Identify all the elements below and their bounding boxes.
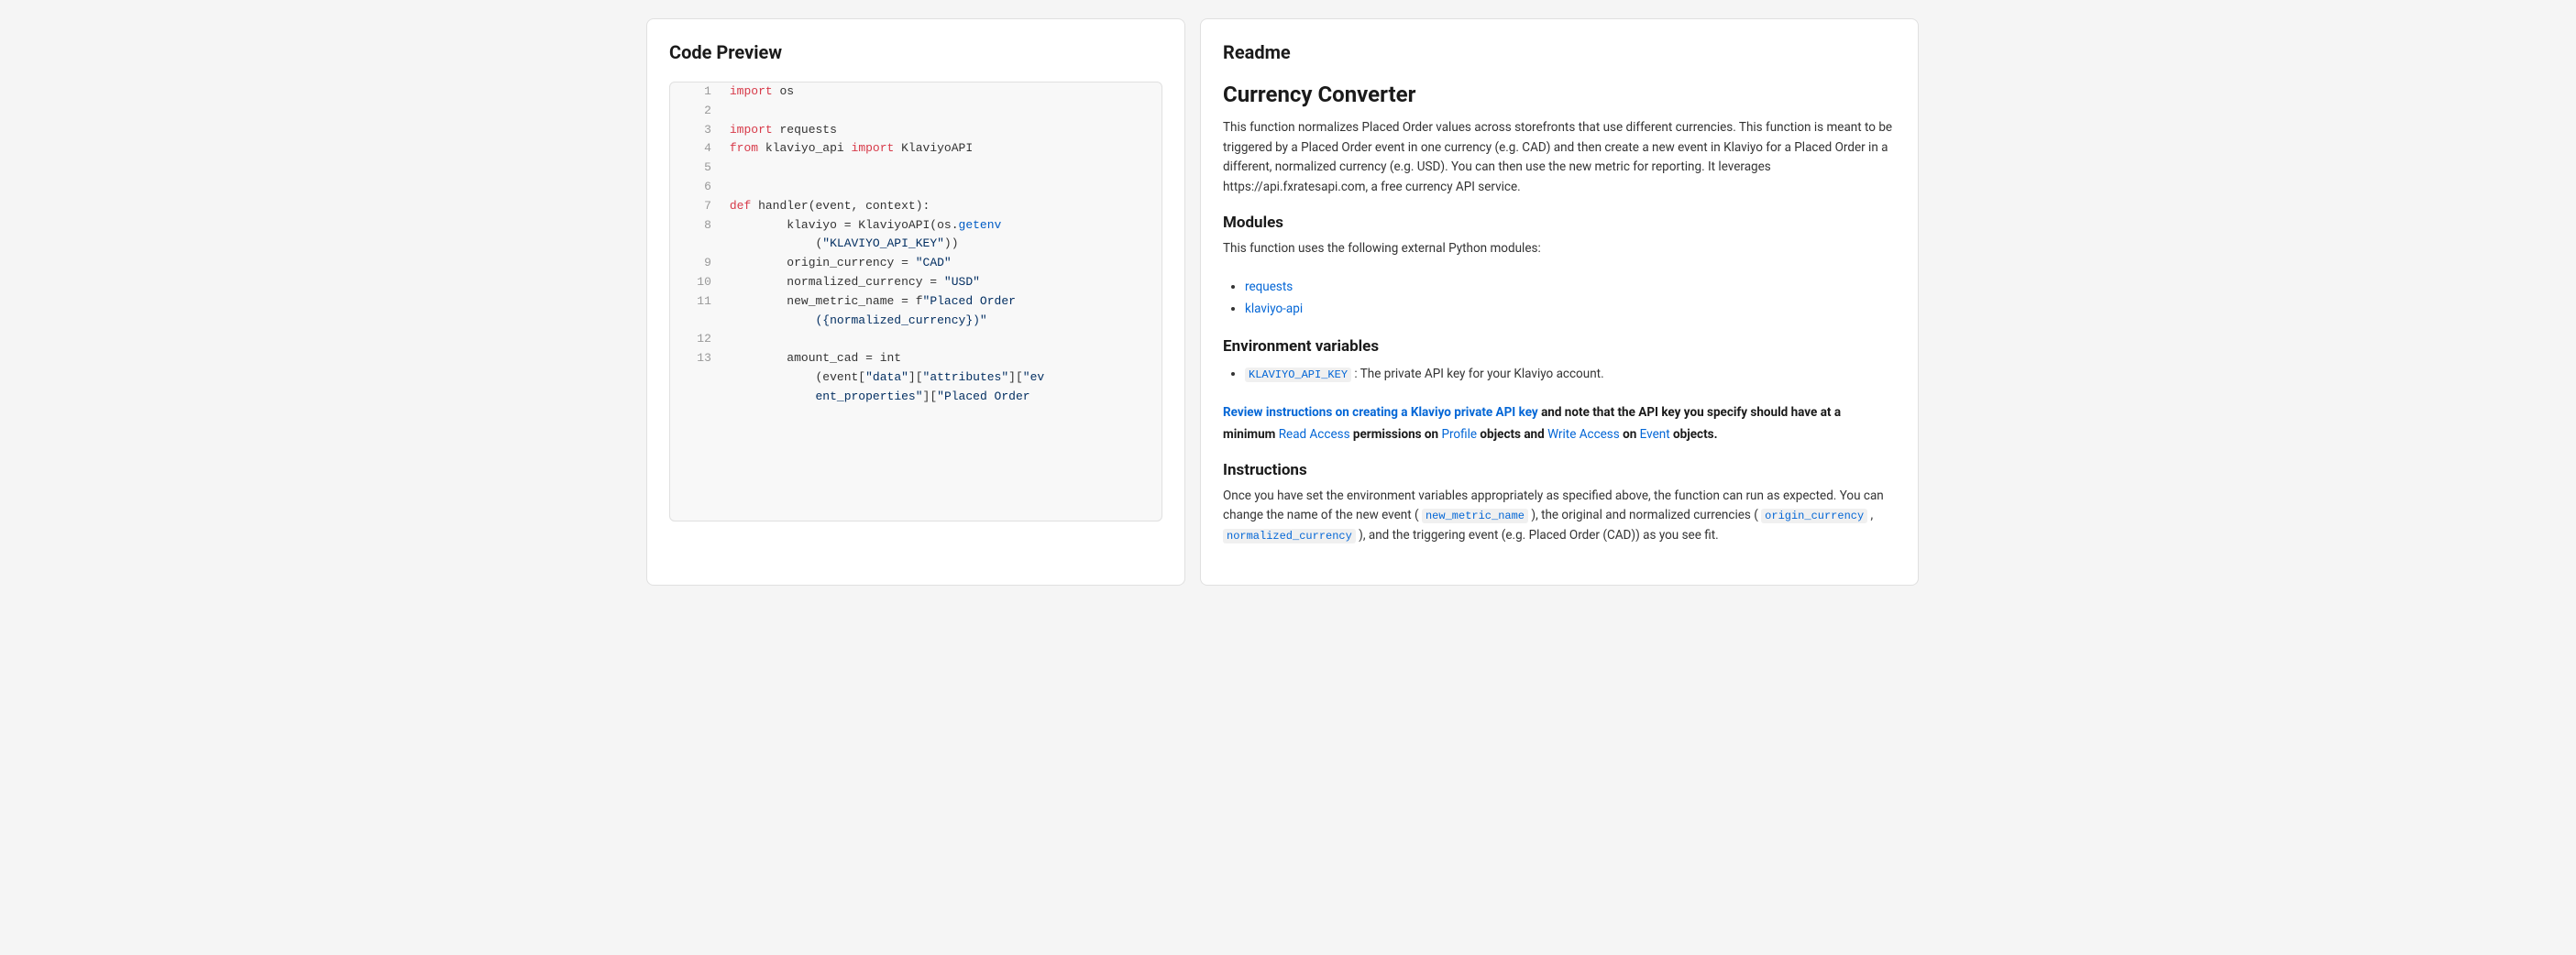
readme-panel: Readme Currency Converter This function …	[1200, 18, 1919, 586]
line-content	[722, 102, 1161, 121]
line-content: import requests	[722, 121, 1161, 140]
line-num: 3	[670, 121, 722, 140]
write-access-link[interactable]: Write Access	[1547, 427, 1620, 442]
code-line-11: 11 new_metric_name = f"Placed Order ({no…	[670, 292, 1161, 331]
line-num: 12	[670, 330, 722, 349]
line-content: import os	[722, 82, 1161, 102]
objects-and-text: objects and	[1480, 427, 1547, 442]
code-line-10: 10 normalized_currency = "USD"	[670, 273, 1161, 292]
code-line-5: 5	[670, 159, 1161, 178]
line-num: 4	[670, 139, 722, 159]
instructions-text: Once you have set the environment variab…	[1223, 487, 1896, 546]
code-container[interactable]: 1 import os 2 3 import requests 4 from k…	[669, 82, 1162, 521]
event-link[interactable]: Event	[1640, 427, 1670, 442]
on-text: on	[1623, 427, 1640, 442]
line-content: origin_currency = "CAD"	[722, 254, 1161, 273]
klaviyo-api-link[interactable]: klaviyo-api	[1245, 302, 1303, 316]
line-num: 6	[670, 178, 722, 197]
code-line-4: 4 from klaviyo_api import KlaviyoAPI	[670, 139, 1161, 159]
modules-intro: This function uses the following externa…	[1223, 239, 1896, 259]
line-content: new_metric_name = f"Placed Order ({norma…	[722, 292, 1161, 331]
env-vars-heading: Environment variables	[1223, 337, 1896, 356]
line-num: 5	[670, 159, 722, 178]
line-num: 10	[670, 273, 722, 292]
code-preview-panel: Code Preview 1 import os 2 3 import requ…	[646, 18, 1185, 586]
code-line-2: 2	[670, 102, 1161, 121]
line-content	[722, 159, 1161, 178]
normalized-currency-ref: normalized_currency	[1223, 529, 1356, 543]
list-item-requests: requests	[1245, 276, 1896, 298]
line-content: normalized_currency = "USD"	[722, 273, 1161, 292]
readme-h1-section: Currency Converter This function normali…	[1223, 82, 1896, 197]
main-container: Code Preview 1 import os 2 3 import requ…	[646, 18, 1930, 586]
review-instructions-link[interactable]: Review instructions on creating a Klaviy…	[1223, 405, 1538, 420]
modules-heading: Modules	[1223, 214, 1896, 232]
requests-link[interactable]: requests	[1245, 280, 1293, 294]
instructions-section: Instructions Once you have set the envir…	[1223, 461, 1896, 546]
code-line-13: 13 amount_cad = int (event["data"]["attr…	[670, 349, 1161, 406]
code-line-6: 6	[670, 178, 1161, 197]
line-content: def handler(event, context):	[722, 197, 1161, 216]
code-line-7: 7 def handler(event, context):	[670, 197, 1161, 216]
line-content: amount_cad = int (event["data"]["attribu…	[722, 349, 1161, 406]
line-num: 11	[670, 292, 722, 331]
read-access-link[interactable]: Read Access	[1279, 427, 1350, 442]
code-line-12: 12	[670, 330, 1161, 349]
code-table: 1 import os 2 3 import requests 4 from k…	[670, 82, 1161, 407]
env-var-item: KLAVIYO_API_KEY : The private API key fo…	[1245, 363, 1896, 386]
permissions-on-text: permissions on	[1353, 427, 1442, 442]
env-key: KLAVIYO_API_KEY	[1245, 368, 1351, 382]
line-num: 2	[670, 102, 722, 121]
origin-currency-ref: origin_currency	[1761, 509, 1867, 523]
env-var-list: KLAVIYO_API_KEY : The private API key fo…	[1245, 363, 1896, 386]
line-num: 8	[670, 216, 722, 255]
env-vars-section: Environment variables KLAVIYO_API_KEY : …	[1223, 337, 1896, 386]
objects-text: objects.	[1673, 427, 1717, 442]
line-num: 1	[670, 82, 722, 102]
env-var-line: KLAVIYO_API_KEY : The private API key fo…	[1223, 363, 1896, 386]
line-num: 7	[670, 197, 722, 216]
line-content	[722, 330, 1161, 349]
modules-section: Modules This function uses the following…	[1223, 214, 1896, 320]
new-metric-name-ref: new_metric_name	[1422, 509, 1528, 523]
line-content	[722, 178, 1161, 197]
code-preview-title: Code Preview	[669, 41, 1162, 63]
line-num: 13	[670, 349, 722, 406]
instructions-heading: Instructions	[1223, 461, 1896, 479]
line-content: klaviyo = KlaviyoAPI(os.getenv ("KLAVIYO…	[722, 216, 1161, 255]
readme-title: Readme	[1223, 41, 1896, 63]
code-line-9: 9 origin_currency = "CAD"	[670, 254, 1161, 273]
code-line-3: 3 import requests	[670, 121, 1161, 140]
profile-link[interactable]: Profile	[1441, 427, 1477, 442]
readme-description: This function normalizes Placed Order va…	[1223, 118, 1896, 197]
permissions-section: Review instructions on creating a Klaviy…	[1223, 401, 1896, 446]
line-num: 9	[670, 254, 722, 273]
list-item-klaviyo-api: klaviyo-api	[1245, 298, 1896, 320]
readme-h1: Currency Converter	[1223, 82, 1896, 107]
code-line-8: 8 klaviyo = KlaviyoAPI(os.getenv ("KLAVI…	[670, 216, 1161, 255]
line-content: from klaviyo_api import KlaviyoAPI	[722, 139, 1161, 159]
modules-list: requests klaviyo-api	[1245, 276, 1896, 321]
code-line-1: 1 import os	[670, 82, 1161, 102]
env-key-desc: : The private API key for your Klaviyo a…	[1354, 367, 1603, 381]
